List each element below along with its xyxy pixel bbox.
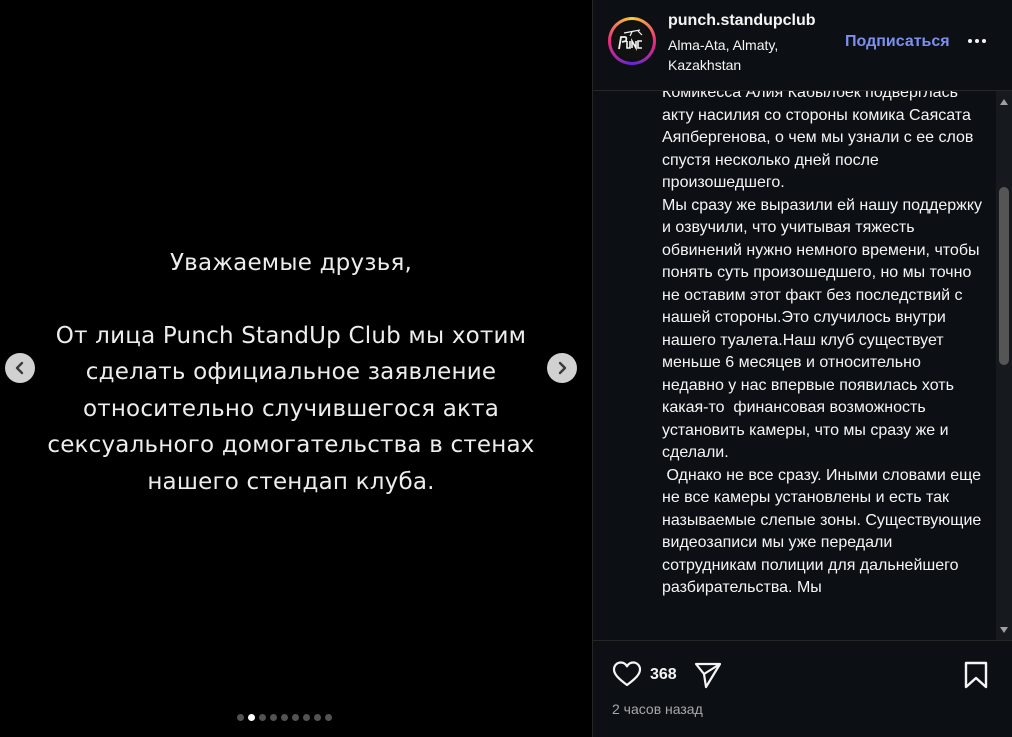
dot-icon (982, 39, 986, 43)
slide-text: Уважаемые друзья, От лица Punch StandUp … (20, 245, 562, 500)
chevron-right-icon (558, 361, 567, 375)
carousel-dots (237, 714, 332, 721)
post-header: punch.standupclub Alma-Ata, Almaty, Kaza… (593, 0, 1012, 91)
location-link[interactable]: Alma-Ata, Almaty, Kazakhstan (668, 35, 818, 75)
carousel-dot (237, 714, 244, 721)
scrollbar[interactable] (996, 91, 1012, 640)
like-count[interactable]: 368 (650, 666, 677, 684)
dot-icon (975, 39, 979, 43)
post-caption: Комикесса Алия Кабылбек подверглась акту… (662, 91, 983, 596)
avatar[interactable] (608, 17, 656, 65)
scroll-up-arrow-icon[interactable] (1000, 99, 1008, 105)
carousel-dot (248, 714, 255, 721)
post-details-panel: punch.standupclub Alma-Ata, Almaty, Kaza… (592, 0, 1012, 737)
carousel-dot (292, 714, 299, 721)
carousel-dot (259, 714, 266, 721)
punch-logo-icon (618, 29, 643, 52)
carousel-dot (281, 714, 288, 721)
next-slide-button[interactable] (547, 353, 577, 383)
carousel-dot (270, 714, 277, 721)
caption-scroll-area[interactable]: Комикесса Алия Кабылбек подверглась акту… (593, 91, 1012, 641)
carousel-dot (314, 714, 321, 721)
more-options-button[interactable] (962, 30, 992, 52)
carousel-dot (325, 714, 332, 721)
scrollbar-thumb[interactable] (999, 187, 1009, 365)
slide-statement: От лица Punch StandUp Club мы хотим сдел… (47, 322, 535, 495)
dot-icon (968, 39, 972, 43)
carousel-dot (303, 714, 310, 721)
post-actions: 368 (593, 655, 1012, 695)
heart-icon[interactable] (612, 660, 642, 688)
username-link[interactable]: punch.standupclub (668, 12, 816, 30)
previous-slide-button[interactable] (5, 353, 35, 383)
chevron-left-icon (15, 361, 24, 375)
follow-button[interactable]: Подписаться (845, 33, 950, 51)
post-timestamp: 2 часов назад (612, 701, 703, 717)
scroll-down-arrow-icon[interactable] (1000, 627, 1008, 633)
bookmark-icon[interactable] (963, 660, 989, 690)
send-icon[interactable] (693, 660, 723, 690)
post-media: Уважаемые друзья, От лица Punch StandUp … (0, 0, 592, 737)
slide-greeting: Уважаемые друзья, (169, 250, 413, 276)
